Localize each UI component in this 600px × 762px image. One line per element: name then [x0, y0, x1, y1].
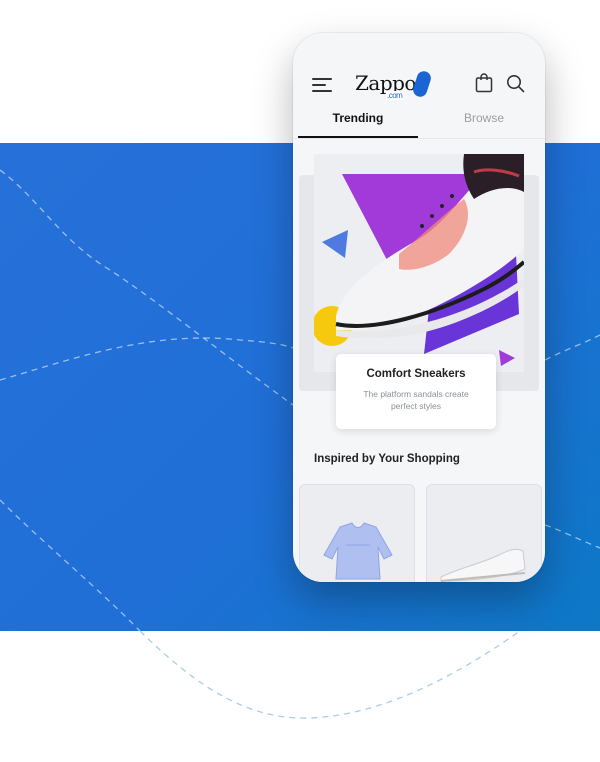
logo-suffix: .com: [386, 91, 404, 100]
app-header: Zappos .com: [293, 33, 545, 111]
product-card-sneaker[interactable]: [426, 484, 542, 582]
tab-browse[interactable]: Browse: [423, 111, 545, 141]
zappos-logo[interactable]: Zappos .com: [355, 69, 433, 100]
shopping-bag-icon[interactable]: [475, 73, 493, 93]
featured-title: Comfort Sneakers: [366, 368, 466, 380]
featured-caption-card[interactable]: Comfort Sneakers The platform sandals cr…: [336, 354, 496, 429]
sneaker-icon: [440, 548, 526, 582]
featured-product-image[interactable]: [314, 154, 524, 372]
search-icon[interactable]: [506, 74, 525, 93]
blouse-icon: [323, 522, 393, 580]
featured-subtitle: The platform sandals create perfect styl…: [363, 389, 469, 411]
product-card-blouse[interactable]: [299, 484, 415, 582]
tab-bar: Trending Browse: [293, 111, 545, 141]
sneaker-illustration-icon: [314, 154, 524, 366]
section-heading: Inspired by Your Shopping: [314, 453, 460, 465]
active-tab-indicator: [298, 136, 418, 138]
phone-mockup: Zappos .com Trending Browse Comfort Snea…: [293, 33, 545, 582]
hamburger-menu-icon[interactable]: [312, 76, 332, 92]
